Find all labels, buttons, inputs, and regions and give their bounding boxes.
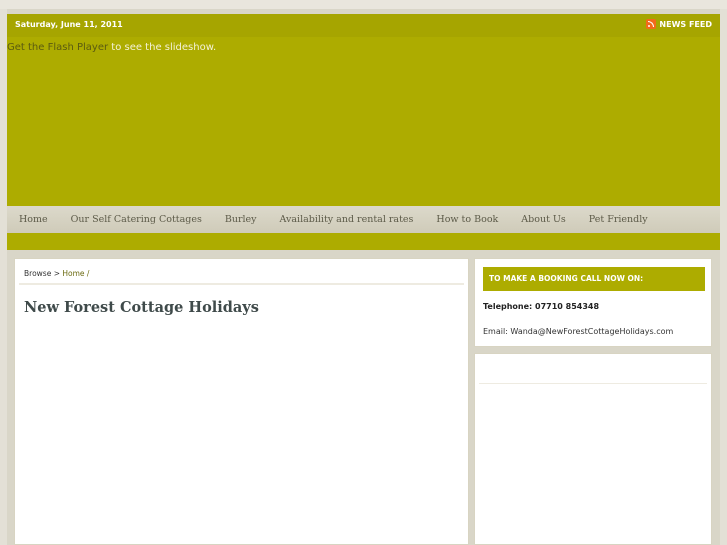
main-navigation: Home Our Self Catering Cottages Burley A… bbox=[7, 206, 720, 233]
breadcrumb-home-link[interactable]: Home bbox=[62, 269, 84, 278]
nav-item-pet-friendly[interactable]: Pet Friendly bbox=[589, 214, 648, 225]
news-feed-label: NEWS FEED bbox=[659, 19, 712, 29]
date-bar: Saturday, June 11, 2011 NEWS FEED bbox=[7, 14, 720, 37]
nav-item-availability[interactable]: Availability and rental rates bbox=[280, 214, 414, 225]
sidebar-widget-header bbox=[479, 358, 707, 384]
nav-item-about-us[interactable]: About Us bbox=[521, 214, 566, 225]
nav-item-cottages[interactable]: Our Self Catering Cottages bbox=[71, 214, 202, 225]
flash-player-link[interactable]: Get the Flash Player bbox=[7, 42, 108, 53]
flash-player-text: to see the slideshow. bbox=[108, 42, 217, 53]
breadcrumb-trail: / bbox=[84, 269, 90, 278]
breadcrumb-browse: Browse bbox=[24, 269, 52, 278]
breadcrumb: Browse > Home / bbox=[24, 269, 89, 278]
sidebar-widget bbox=[474, 353, 712, 545]
email-address: Email: Wanda@NewForestCottageHolidays.co… bbox=[483, 327, 674, 336]
sub-nav-band bbox=[7, 233, 720, 250]
telephone-number: Telephone: 07710 854348 bbox=[483, 302, 600, 311]
news-feed-link[interactable]: NEWS FEED bbox=[646, 19, 712, 29]
nav-item-how-to-book[interactable]: How to Book bbox=[436, 214, 498, 225]
current-date: Saturday, June 11, 2011 bbox=[15, 20, 123, 29]
rss-icon bbox=[646, 19, 657, 29]
top-strip bbox=[0, 0, 727, 9]
nav-item-burley[interactable]: Burley bbox=[225, 214, 257, 225]
booking-heading: TO MAKE A BOOKING CALL NOW ON: bbox=[483, 267, 705, 291]
slideshow-placeholder: Get the Flash Player to see the slidesho… bbox=[7, 42, 216, 53]
page-title: New Forest Cottage Holidays bbox=[24, 299, 259, 316]
nav-item-home[interactable]: Home bbox=[19, 214, 48, 225]
breadcrumb-separator: > bbox=[51, 269, 63, 278]
booking-widget: TO MAKE A BOOKING CALL NOW ON: Telephone… bbox=[474, 258, 712, 347]
site-header: Saturday, June 11, 2011 NEWS FEED Get th… bbox=[7, 14, 720, 206]
main-content: Browse > Home / New Forest Cottage Holid… bbox=[14, 258, 469, 545]
